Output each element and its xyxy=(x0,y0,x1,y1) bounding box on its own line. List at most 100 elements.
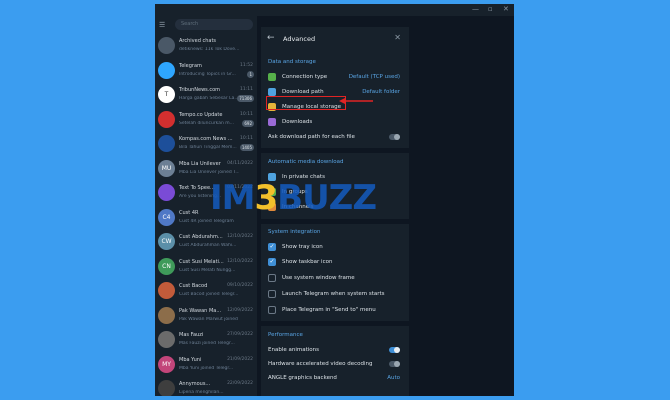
avatar: MU xyxy=(158,159,175,177)
chat-preview: Mba Yuni joined Telegr... xyxy=(179,365,234,371)
chat-time: 12/10/2022 xyxy=(227,258,253,264)
avatar xyxy=(158,135,175,152)
chat-time: 12/10/2022 xyxy=(227,234,253,239)
avatar xyxy=(158,37,175,54)
folder-icon xyxy=(268,88,276,96)
chat-list-item[interactable]: Annymous... 22/09/2022 Lipena menghilan... xyxy=(155,377,257,396)
chat-list-item[interactable]: CW Cust Abdurahm... 12/10/2022 Cust Abdurah… xyxy=(155,230,257,254)
chat-name: Kompas.com News ... xyxy=(179,136,233,142)
angle-value: Auto xyxy=(387,375,400,381)
connection-type-value: Default (TCP used) xyxy=(348,74,400,80)
chat-list-item[interactable]: Mas Fauzi 27/09/2022 Mas Fauzi joined Tele… xyxy=(155,328,257,352)
send-to-row[interactable]: Place Telegram in "Send to" menu xyxy=(261,304,409,317)
launch-label: Launch Telegram when system starts xyxy=(282,291,385,297)
chat-preview: Mba Lia Unilever joined T... xyxy=(179,169,239,175)
hw-video-label: Hardware accelerated video decoding xyxy=(268,361,373,367)
hw-video-toggle[interactable] xyxy=(389,361,400,367)
chat-name: Mba Lia Unilever xyxy=(179,160,221,167)
hw-video-row[interactable]: Hardware accelerated video decoding xyxy=(261,358,409,371)
menu-icon[interactable]: ☰ xyxy=(159,21,165,29)
chat-time: 27/09/2022 xyxy=(227,332,253,337)
window-frame-checkbox[interactable] xyxy=(268,274,276,282)
chat-name: Telegram xyxy=(179,62,202,69)
unread-badge: 71306 xyxy=(237,95,254,102)
chat-list-item[interactable]: Cust Bacod 09/10/2022 Cust Bacod joined Te… xyxy=(155,279,257,303)
show-taskbar-row[interactable]: ✓ Show taskbar icon xyxy=(261,256,409,269)
chat-name: Mas Fauzi xyxy=(179,332,204,338)
pointer-arrow-icon xyxy=(339,97,373,105)
chat-preview: Introducing Topics in Gr... xyxy=(179,71,236,77)
chat-list-item[interactable]: Tempo.co Update 10:11 Setelah diluncurkan … xyxy=(155,108,257,132)
window-frame-label: Use system window frame xyxy=(282,275,355,281)
maximize-icon[interactable]: ▫ xyxy=(488,5,493,13)
panel-header: ← Advanced ✕ xyxy=(261,27,409,53)
back-arrow-icon[interactable]: ← xyxy=(267,33,275,43)
chat-time: 10:11 xyxy=(240,136,253,141)
close-icon[interactable]: ✕ xyxy=(503,5,509,13)
chat-name: Archived chats xyxy=(179,38,217,44)
downloads-row[interactable]: Downloads xyxy=(261,116,409,129)
show-tray-row[interactable]: ✓ Show tray icon xyxy=(261,241,409,254)
chat-preview: Lipena menghilan... xyxy=(179,390,224,395)
download-path-label: Download path xyxy=(282,89,324,95)
minimize-icon[interactable]: — xyxy=(472,5,479,13)
taskbar-checkbox[interactable]: ✓ xyxy=(268,258,276,266)
title-bar: — ▫ ✕ xyxy=(155,4,514,16)
ask-download-path-row[interactable]: Ask download path for each file xyxy=(261,131,409,144)
window-frame-row[interactable]: Use system window frame xyxy=(261,272,409,285)
send-to-checkbox[interactable] xyxy=(268,306,276,314)
close-icon[interactable]: ✕ xyxy=(394,33,401,42)
chat-list-item[interactable]: Telegram 11:52 Introducing Topics in Gr...… xyxy=(155,59,257,83)
chat-name: Cust Bacod xyxy=(179,283,208,289)
chat-list-item[interactable]: CN Cust Susi Melati... 12/10/2022 Cust Susi… xyxy=(155,255,257,279)
animations-row[interactable]: Enable animations xyxy=(261,344,409,357)
avatar: CW xyxy=(158,233,175,250)
chat-preview: Bila Tahun Tinggal Mem... xyxy=(179,145,237,150)
divider xyxy=(261,148,409,153)
angle-row[interactable]: ANGLE graphics backend Auto xyxy=(261,372,409,385)
chat-preview: Setelah diluncurkan m... xyxy=(179,120,234,126)
chat-list-item[interactable]: MY Mba Yuni 21/09/2022 Mba Yuni joined Tele… xyxy=(155,353,257,377)
panel-title: Advanced xyxy=(283,35,316,43)
chat-name: Annymous... xyxy=(179,381,211,387)
chat-time: 22/09/2022 xyxy=(227,381,253,386)
search-input[interactable]: Search xyxy=(175,19,253,30)
taskbar-label: Show taskbar icon xyxy=(282,259,333,265)
divider xyxy=(261,321,409,326)
chat-time: 11:11 xyxy=(240,87,253,92)
connection-type-label: Connection type xyxy=(282,74,328,80)
chat-name: TribunNews.com xyxy=(179,87,221,93)
chat-time: 12/09/2022 xyxy=(227,307,253,313)
chat-list-item[interactable]: Archived chats detiknews: 11k Tok Dove... xyxy=(155,34,257,58)
highlight-box xyxy=(266,96,346,110)
ask-path-toggle[interactable] xyxy=(389,134,400,140)
chat-preview: Cust Susi Melati Nungg... xyxy=(179,267,236,273)
avatar xyxy=(158,331,175,348)
avatar xyxy=(158,184,175,201)
chat-preview: Mas Fauzi joined Telegr... xyxy=(179,341,235,346)
chat-list-item[interactable]: Kompas.com News ... 10:11 Bila Tahun Tingg… xyxy=(155,132,257,156)
unread-badge: 1 xyxy=(247,70,254,78)
launch-checkbox[interactable] xyxy=(268,290,276,298)
download-path-value: Default folder xyxy=(362,89,400,95)
chat-name: Cust Susi Melati... xyxy=(179,258,224,265)
chat-list-item[interactable]: T TribunNews.com 11:11 Harga gabah Sebesar … xyxy=(155,83,257,107)
avatar xyxy=(158,61,175,79)
avatar: C4 xyxy=(158,208,175,226)
connection-icon xyxy=(268,73,276,81)
avatar xyxy=(158,110,175,128)
downloads-label: Downloads xyxy=(282,119,313,125)
angle-label: ANGLE graphics backend xyxy=(268,375,337,381)
avatar: T xyxy=(158,86,175,103)
animations-toggle[interactable] xyxy=(389,347,400,353)
chat-preview: Harga gabah Sebesar La... xyxy=(179,96,239,101)
chat-list-item[interactable]: MU Mba Lia Unilever 04/11/2022 Mba Lia Unil… xyxy=(155,157,257,181)
tray-checkbox[interactable]: ✓ xyxy=(268,243,276,251)
chat-list-item[interactable]: Pak Wawan Ma... 12/09/2022 Pak Wawan Marwu… xyxy=(155,304,257,328)
launch-row[interactable]: Launch Telegram when system starts xyxy=(261,288,409,301)
chat-name: Cust Abdurahm... xyxy=(179,234,223,240)
chat-time: 11:52 xyxy=(240,62,253,68)
avatar: MY xyxy=(158,355,175,373)
chat-preview: detiknews: 11k Tok Dove... xyxy=(179,47,239,52)
connection-type-row[interactable]: Connection type Default (TCP used) xyxy=(261,71,409,84)
